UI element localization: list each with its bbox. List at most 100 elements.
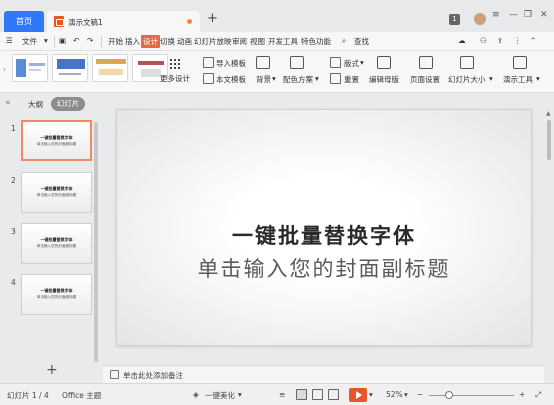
slide-subtitle[interactable]: 单击输入您的封面副标题 xyxy=(117,253,531,283)
slide-thumbnail[interactable]: 一键批量替换字体 单击输入您的封面副标题 xyxy=(21,274,92,315)
fit-window-icon[interactable]: ⤢ xyxy=(535,390,541,400)
editor-scrollbar[interactable]: ▲ xyxy=(546,110,552,365)
reset-button[interactable]: 重置 xyxy=(344,74,359,85)
slide-panel-scrollbar[interactable] xyxy=(94,122,98,362)
ribbon-scroll-left-icon[interactable]: ‹ xyxy=(3,65,6,74)
slide-title[interactable]: 一键批量替换字体 xyxy=(117,220,531,250)
notes-placeholder[interactable]: 单击此处添加备注 xyxy=(123,370,183,381)
user-icon[interactable]: ⚇ xyxy=(480,36,487,45)
slide-thumbnail[interactable]: 一键批量替换字体 单击输入您的封面副标题 xyxy=(21,172,92,213)
layout-icon xyxy=(330,57,341,68)
file-menu[interactable]: 文件 xyxy=(22,36,37,47)
color-scheme-button[interactable]: 配色方案 xyxy=(283,74,313,85)
design-template-thumbnail[interactable] xyxy=(92,54,128,82)
slide-number: 1 xyxy=(11,124,16,133)
more-designs-grid-icon xyxy=(170,59,180,69)
cloud-icon[interactable]: ☁ xyxy=(458,36,466,45)
new-tab-plus-icon[interactable]: + xyxy=(207,11,218,26)
slide-thumbnail[interactable]: 一键批量替换字体 单击输入您的封面副标题 xyxy=(21,120,92,161)
beautify-button[interactable]: 一键美化 xyxy=(205,390,235,401)
theme-name[interactable]: Office 主题 xyxy=(62,390,101,401)
undo-icon[interactable]: ↶ xyxy=(73,36,79,45)
scroll-up-icon[interactable]: ▲ xyxy=(546,110,551,117)
normal-view-icon[interactable] xyxy=(296,389,307,400)
slide-thumbnail-subtitle: 单击输入您的封面副标题 xyxy=(36,295,77,299)
notification-badge[interactable]: 1 xyxy=(449,14,460,25)
layout-button[interactable]: 版式 xyxy=(344,58,359,69)
unsaved-dot-icon xyxy=(187,19,192,24)
close-icon[interactable]: ✕ xyxy=(540,10,548,20)
tab-features[interactable]: 特色功能 xyxy=(301,36,331,47)
search-icon[interactable]: ⌕ xyxy=(342,36,346,46)
tab-transition[interactable]: 切换 xyxy=(160,36,175,47)
import-template-button[interactable]: 导入模板 xyxy=(216,58,246,69)
maximize-icon[interactable]: ❐ xyxy=(524,10,532,20)
tab-home[interactable]: 开始 xyxy=(108,36,123,47)
tab-animation[interactable]: 动画 xyxy=(177,36,192,47)
more-designs-button[interactable]: 更多设计 xyxy=(160,73,190,84)
zoom-level[interactable]: 52% xyxy=(386,390,403,399)
zoom-slider-handle[interactable] xyxy=(445,391,453,399)
tab-design[interactable]: 设计 xyxy=(141,35,160,48)
tab-outline[interactable]: 大纲 xyxy=(28,99,43,110)
slide-size-button[interactable]: 幻灯片大小 xyxy=(448,74,486,85)
design-template-thumbnail[interactable] xyxy=(12,54,48,82)
text-template-button[interactable]: 本文模板 xyxy=(216,74,246,85)
save-icon[interactable]: ▣ xyxy=(59,36,66,45)
chevron-down-icon[interactable]: ▾ xyxy=(536,74,540,83)
collapse-ribbon-icon[interactable]: ⌃ xyxy=(530,36,536,45)
chevron-down-icon[interactable]: ▾ xyxy=(272,74,276,83)
collapse-panel-icon[interactable]: « xyxy=(5,98,11,108)
zoom-in-icon[interactable]: + xyxy=(519,390,525,399)
divider xyxy=(54,36,55,47)
page-setup-icon xyxy=(419,56,433,69)
slide-size-icon xyxy=(460,56,474,69)
document-tab[interactable]: 演示文稿1 xyxy=(47,11,200,32)
beautify-icon: ◈ xyxy=(193,390,199,399)
notes-bar[interactable]: 单击此处添加备注 xyxy=(103,365,544,383)
edit-master-icon xyxy=(377,56,391,69)
chevron-down-icon[interactable]: ▾ xyxy=(489,74,493,83)
slide-thumbnail-subtitle: 单击输入您的封面副标题 xyxy=(36,193,77,197)
search-button[interactable]: 查找 xyxy=(354,36,369,47)
play-slideshow-button[interactable] xyxy=(349,388,367,402)
minimize-icon[interactable]: — xyxy=(509,10,518,20)
slide-sorter-icon[interactable] xyxy=(312,389,323,400)
more-icon[interactable]: ⋮ xyxy=(514,36,522,45)
design-template-thumbnail[interactable] xyxy=(52,54,88,82)
zoom-out-icon[interactable]: − xyxy=(417,390,423,399)
home-tab[interactable]: 首页 xyxy=(4,11,44,32)
tab-slides[interactable]: 幻灯片 xyxy=(51,97,85,111)
tab-developer[interactable]: 开发工具 xyxy=(268,36,298,47)
page-setup-button[interactable]: 页面设置 xyxy=(410,74,440,85)
slide-number: 3 xyxy=(11,227,16,236)
slide-panel-header: « 大纲 幻灯片 xyxy=(0,94,103,114)
edit-master-button[interactable]: 编辑母版 xyxy=(369,74,399,85)
chevron-down-icon[interactable]: ▾ xyxy=(369,390,373,399)
redo-icon[interactable]: ↷ xyxy=(87,36,93,45)
slide-thumbnail-title: 一键批量替换字体 xyxy=(40,288,73,293)
reading-view-icon[interactable] xyxy=(328,389,339,400)
presentation-tools-button[interactable]: 演示工具 xyxy=(503,74,533,85)
avatar[interactable] xyxy=(474,13,486,25)
scrollbar-thumb[interactable] xyxy=(547,120,551,160)
add-slide-plus-icon[interactable]: + xyxy=(46,362,58,378)
background-button[interactable]: 背景 xyxy=(256,74,271,85)
share-icon[interactable]: ⇪ xyxy=(497,36,503,45)
chevron-down-icon[interactable]: ▾ xyxy=(404,390,408,399)
tab-review[interactable]: 审阅 xyxy=(232,36,247,47)
slide-number: 2 xyxy=(11,176,16,185)
chevron-down-icon[interactable]: ▾ xyxy=(360,58,364,67)
chevron-down-icon[interactable]: ▾ xyxy=(315,74,319,83)
current-slide[interactable]: 一键批量替换字体 单击输入您的封面副标题 xyxy=(116,109,532,346)
tab-slideshow[interactable]: 幻灯片放映 xyxy=(194,36,232,47)
notes-toggle-icon[interactable]: ≡ xyxy=(279,390,285,399)
hamburger-icon[interactable]: ☰ xyxy=(6,36,13,45)
chevron-down-icon[interactable]: ▾ xyxy=(238,390,242,399)
menu-lines-icon[interactable]: ≡ xyxy=(492,10,500,20)
tab-insert[interactable]: 插入 xyxy=(125,36,140,47)
zoom-slider[interactable] xyxy=(429,395,514,396)
tab-view[interactable]: 视图 xyxy=(250,36,265,47)
chevron-down-icon[interactable]: ▾ xyxy=(44,36,48,45)
slide-thumbnail[interactable]: 一键批量替换字体 单击输入您的封面副标题 xyxy=(21,223,92,264)
